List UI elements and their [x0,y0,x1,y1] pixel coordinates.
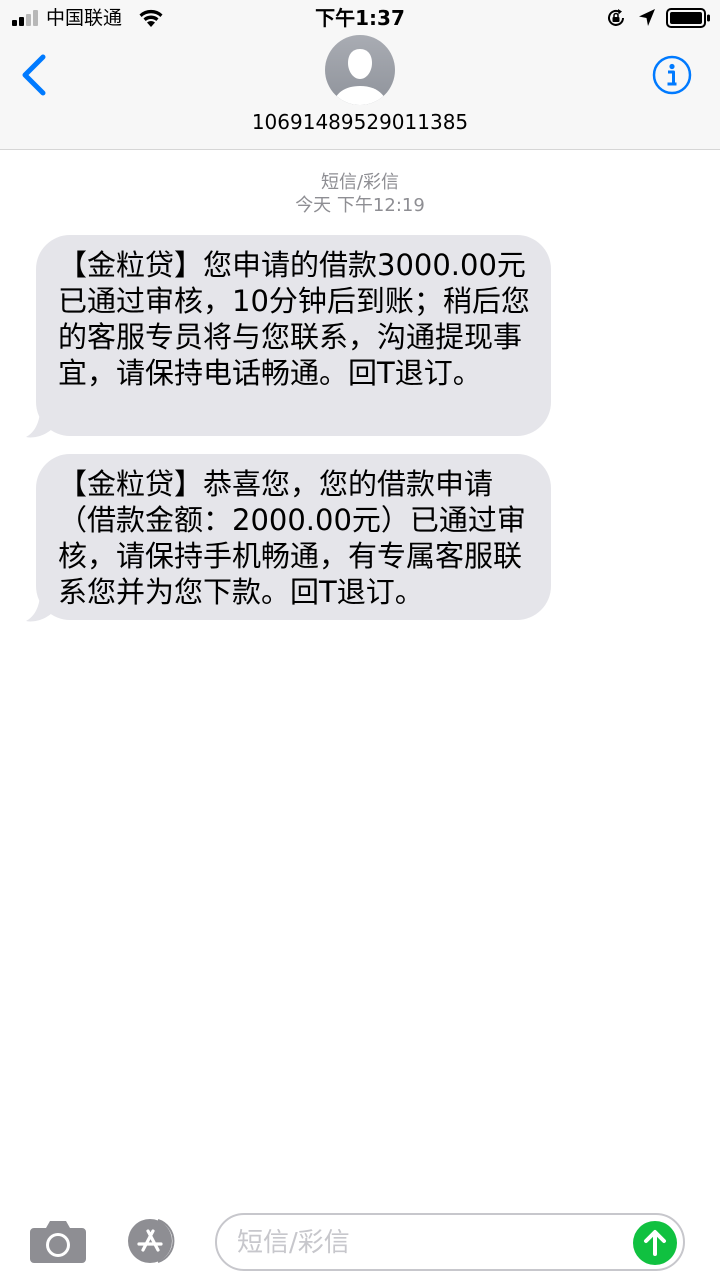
camera-icon[interactable] [28,1218,88,1264]
message-bubble[interactable]: 【金粒贷】您申请的借款3000.00元已通过审核，10分钟后到账；稍后您的客服专… [36,235,551,436]
app-store-icon[interactable] [122,1218,184,1264]
location-arrow-icon [639,9,655,26]
person-silhouette-icon [333,49,387,105]
navigation-header: 中国联通 下午1:37 10691489529011385 [0,0,720,150]
message-input-placeholder: 短信/彩信 [237,1228,350,1258]
battery-icon [666,8,710,28]
back-chevron-icon[interactable] [18,54,50,96]
arrow-up-icon [644,1230,666,1256]
status-bar: 中国联通 下午1:37 [0,0,720,36]
message-timestamp: 今天 下午12:19 [295,195,425,216]
message-type-label: 短信/彩信 [320,172,400,193]
contact-number[interactable]: 10691489529011385 [0,108,720,136]
message-bubble[interactable]: 【金粒贷】恭喜您，您的借款申请（借款金额：2000.00元）已通过审核，请保持手… [36,454,551,620]
contact-avatar[interactable] [325,35,395,105]
info-icon[interactable] [652,55,692,95]
send-button[interactable] [633,1221,677,1265]
message-input[interactable]: 短信/彩信 [215,1213,685,1271]
orientation-lock-icon [608,9,624,26]
